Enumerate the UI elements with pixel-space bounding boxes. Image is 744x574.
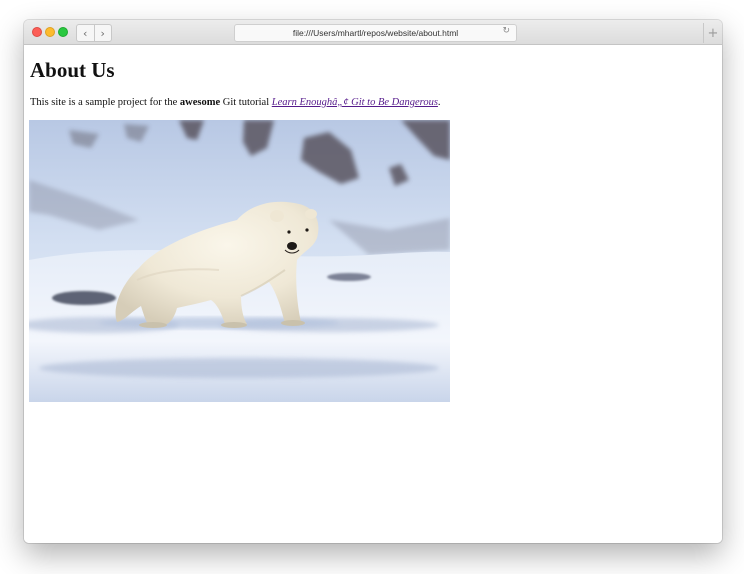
polar-bear-image: [29, 120, 450, 402]
forward-button[interactable]: ›: [93, 25, 112, 41]
close-window-button[interactable]: [32, 27, 42, 37]
tutorial-link[interactable]: Learn Enoughâ„¢ Git to Be Dangerous: [272, 97, 438, 108]
history-nav: ‹ ›: [76, 24, 112, 42]
address-bar[interactable]: file:///Users/mhartl/repos/website/about…: [234, 24, 517, 42]
browser-window: ‹ › file:///Users/mhartl/repos/website/a…: [24, 20, 722, 543]
intro-text-start: This site is a sample project for the: [30, 97, 180, 108]
intro-text-end: .: [437, 97, 441, 108]
intro-bold-word: awesome: [179, 97, 221, 108]
url-text: file:///Users/mhartl/repos/website/about…: [292, 28, 459, 38]
minimize-window-button[interactable]: [45, 27, 55, 37]
back-button[interactable]: ‹: [77, 25, 94, 41]
reload-icon[interactable]: ↻: [502, 26, 510, 36]
intro-paragraph: This site is a sample project for the aw…: [30, 97, 441, 108]
intro-text-middle: Git tutorial: [220, 97, 272, 108]
title-bar: ‹ › file:///Users/mhartl/repos/website/a…: [24, 20, 722, 45]
new-tab-button[interactable]: +: [703, 23, 722, 43]
zoom-window-button[interactable]: [58, 27, 68, 37]
page-content: About Us This site is a sample project f…: [24, 45, 722, 543]
page-title: About Us: [30, 58, 115, 82]
